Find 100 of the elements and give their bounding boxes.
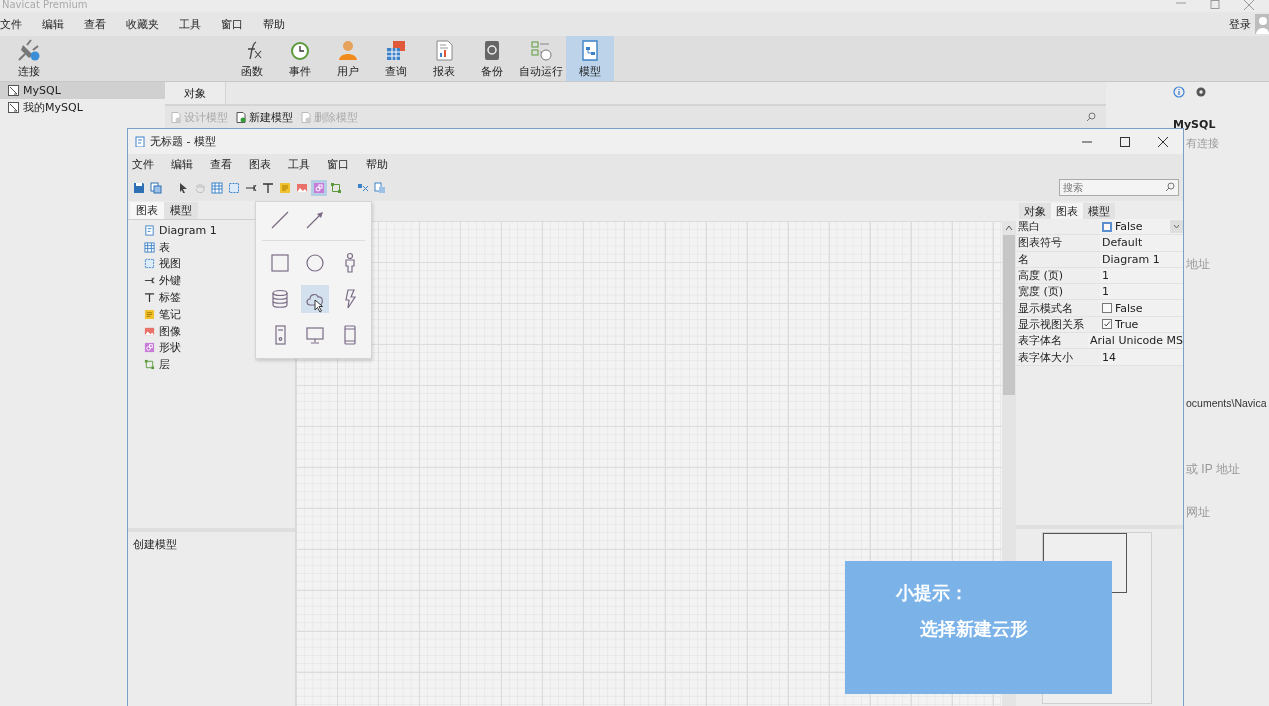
app-title: Navicat Premium bbox=[1, 0, 88, 10]
copy-icon bbox=[150, 181, 162, 194]
view-icon bbox=[144, 258, 155, 270]
connection-status: 有连接 bbox=[1186, 136, 1220, 151]
restore-icon[interactable] bbox=[1209, 0, 1221, 10]
save-icon bbox=[133, 181, 145, 194]
circle-icon bbox=[304, 252, 326, 274]
tree-item[interactable]: 图像 bbox=[144, 322, 295, 340]
close-icon[interactable] bbox=[1157, 135, 1169, 148]
avatar-icon bbox=[1255, 14, 1269, 34]
menu-item[interactable]: 编辑 bbox=[171, 156, 210, 172]
checklist-clock-icon bbox=[530, 38, 552, 61]
menu-item[interactable]: 图表 bbox=[249, 156, 288, 172]
info-text: ocuments\Navica bbox=[1186, 397, 1268, 409]
toolbar-button[interactable]: 报表 bbox=[420, 36, 468, 81]
menu-item[interactable]: 窗口 bbox=[327, 156, 366, 172]
toolbar-button[interactable]: 自动运行 bbox=[516, 36, 566, 81]
scroll-up-icon bbox=[1005, 225, 1013, 231]
menu-item[interactable]: 收藏夹 bbox=[116, 16, 169, 32]
document-icon bbox=[236, 111, 246, 123]
image-icon bbox=[296, 181, 308, 194]
property-value: True bbox=[1115, 317, 1139, 331]
image-icon bbox=[144, 325, 155, 337]
tree-item[interactable]: 层 bbox=[144, 356, 295, 374]
connection-icon bbox=[8, 102, 19, 113]
objects-tab[interactable]: 对象 bbox=[165, 82, 226, 104]
align-icon bbox=[357, 181, 369, 194]
diagram-icon bbox=[144, 224, 155, 236]
connection-item[interactable]: 我的MySQL bbox=[0, 99, 165, 116]
tip-title: 小提示： bbox=[896, 581, 969, 605]
eye-icon[interactable] bbox=[1195, 86, 1207, 98]
tree-item[interactable]: 标签 bbox=[144, 289, 295, 306]
search-icon bbox=[1165, 182, 1175, 192]
maximize-icon[interactable] bbox=[1119, 135, 1131, 148]
user-icon bbox=[337, 38, 359, 61]
toolbar-button[interactable]: 连接 bbox=[5, 36, 53, 81]
connection-icon bbox=[8, 85, 19, 96]
toolbar-button[interactable]: 用户 bbox=[324, 36, 372, 81]
menu-item[interactable]: 工具 bbox=[169, 16, 211, 32]
info-text: 地址 bbox=[1186, 256, 1211, 273]
tab[interactable]: 模型 bbox=[164, 202, 198, 219]
toolbar-button[interactable]: 函数 bbox=[228, 36, 276, 81]
connection-item[interactable]: MySQL bbox=[0, 82, 165, 99]
menu-item[interactable]: 工具 bbox=[288, 156, 327, 172]
model-icon bbox=[579, 38, 601, 61]
monitor-icon bbox=[304, 324, 326, 346]
database-icon bbox=[269, 288, 291, 310]
menu-item[interactable]: 查看 bbox=[210, 156, 249, 172]
arrow-icon bbox=[304, 209, 326, 231]
toolbar-button[interactable] bbox=[148, 179, 164, 196]
shapes-icon bbox=[144, 342, 155, 354]
toolbar-button[interactable]: 备份 bbox=[468, 36, 516, 81]
menu-item[interactable]: 文件 bbox=[132, 156, 171, 172]
connection-name: MySQL bbox=[1173, 118, 1217, 131]
model-action[interactable]: 新建模型 bbox=[236, 109, 293, 125]
view-icon bbox=[228, 181, 240, 194]
tree-item[interactable]: 外键 bbox=[144, 272, 295, 290]
property-value: 1 bbox=[1102, 285, 1109, 299]
checkbox[interactable] bbox=[1102, 319, 1112, 330]
document-icon bbox=[301, 111, 311, 123]
property-value: False bbox=[1115, 301, 1143, 315]
search-field[interactable]: 搜索 bbox=[1059, 179, 1179, 196]
search-icon[interactable] bbox=[1086, 112, 1096, 122]
report-icon bbox=[433, 38, 455, 61]
toolbar-button[interactable]: 查询 bbox=[372, 36, 420, 81]
connector-icon bbox=[144, 275, 155, 287]
rectangle-icon bbox=[269, 252, 291, 274]
info-text: 网址 bbox=[1186, 504, 1211, 521]
tab[interactable]: 模型 bbox=[1083, 203, 1115, 219]
layer-icon bbox=[330, 181, 342, 194]
menu-item[interactable]: 文件 bbox=[0, 16, 32, 32]
info-icon[interactable] bbox=[1173, 86, 1185, 98]
checkbox[interactable] bbox=[1102, 303, 1112, 314]
login-link[interactable]: 登录 bbox=[1229, 16, 1251, 32]
tree-item[interactable]: 形状 bbox=[144, 339, 295, 357]
line-icon bbox=[269, 209, 291, 231]
tip-text: 选择新建云形 bbox=[920, 617, 1029, 641]
tab[interactable]: 对象 bbox=[1019, 203, 1051, 219]
menu-item[interactable]: 查看 bbox=[74, 16, 116, 32]
tree-item[interactable]: Diagram 1 bbox=[144, 222, 295, 239]
menu-item[interactable]: 窗口 bbox=[211, 16, 253, 32]
tab[interactable]: 图表 bbox=[130, 202, 164, 219]
text-tool-icon bbox=[262, 181, 274, 194]
checkbox[interactable] bbox=[1102, 221, 1112, 232]
menu-item[interactable]: 帮助 bbox=[253, 16, 295, 32]
menu-item[interactable]: 编辑 bbox=[32, 16, 74, 32]
tree-item[interactable]: 笔记 bbox=[144, 306, 295, 323]
arrange-icon bbox=[374, 181, 386, 194]
shape-option[interactable] bbox=[301, 285, 329, 313]
property-value: False bbox=[1115, 220, 1143, 234]
toolbar-button[interactable]: 模型 bbox=[566, 36, 614, 81]
tree-item[interactable]: 视图 bbox=[144, 255, 295, 273]
info-text: 或 IP 地址 bbox=[1186, 461, 1241, 478]
menu-item[interactable]: 帮助 bbox=[366, 156, 405, 172]
plug-icon bbox=[18, 38, 40, 61]
tab[interactable]: 图表 bbox=[1051, 203, 1083, 219]
toolbar-button[interactable]: 事件 bbox=[276, 36, 324, 81]
mouse-cursor-icon bbox=[314, 299, 324, 313]
tree-item[interactable]: 表 bbox=[144, 238, 295, 256]
hand-icon bbox=[194, 181, 206, 194]
